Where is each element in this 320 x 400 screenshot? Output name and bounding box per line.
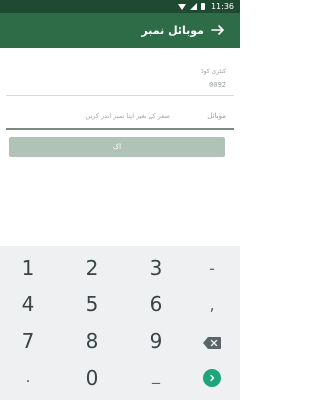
signal-icon [189, 3, 197, 10]
wifi-icon [177, 3, 186, 10]
key-9[interactable]: 9 [132, 323, 180, 359]
key-minus[interactable]: - [188, 250, 236, 286]
country-code-underline [6, 95, 234, 96]
status-bar: 11:36 [0, 0, 240, 13]
phone-underline [6, 128, 234, 130]
key-comma[interactable]: , [188, 286, 236, 322]
mobile-label: موبائل [207, 112, 226, 120]
phone-number-input[interactable] [10, 107, 170, 125]
key-0[interactable]: 0 [68, 360, 116, 396]
back-button[interactable] [210, 22, 226, 38]
key-7[interactable]: 7 [4, 323, 52, 359]
app-bar: موبائل نمبر [0, 13, 240, 48]
key-underscore[interactable]: _ [132, 356, 180, 392]
country-code-value[interactable]: 0092 [209, 81, 226, 89]
backspace-icon [203, 337, 221, 349]
status-time: 11:36 [210, 2, 234, 11]
page-title: موبائل نمبر [141, 24, 204, 37]
chevron-right-icon [210, 374, 215, 382]
screen: 11:36 موبائل نمبر کنٹری کوڈ 0092 موبائل … [0, 0, 240, 400]
key-1[interactable]: 1 [4, 250, 52, 286]
key-8[interactable]: 8 [68, 323, 116, 359]
battery-icon [200, 3, 205, 10]
country-code-label: کنٹری کوڈ [200, 68, 226, 75]
key-5[interactable]: 5 [68, 286, 116, 322]
enter-key[interactable] [203, 369, 221, 387]
ok-button[interactable]: اک [9, 137, 225, 157]
key-3[interactable]: 3 [132, 250, 180, 286]
key-dot[interactable]: . [4, 360, 52, 396]
key-4[interactable]: 4 [4, 286, 52, 322]
key-6[interactable]: 6 [132, 286, 180, 322]
numeric-keypad: 1 2 3 - 4 5 6 , 7 8 9 . 0 _ [0, 246, 240, 400]
arrow-right-icon [211, 25, 224, 35]
key-2[interactable]: 2 [68, 250, 116, 286]
backspace-key[interactable] [197, 328, 227, 358]
